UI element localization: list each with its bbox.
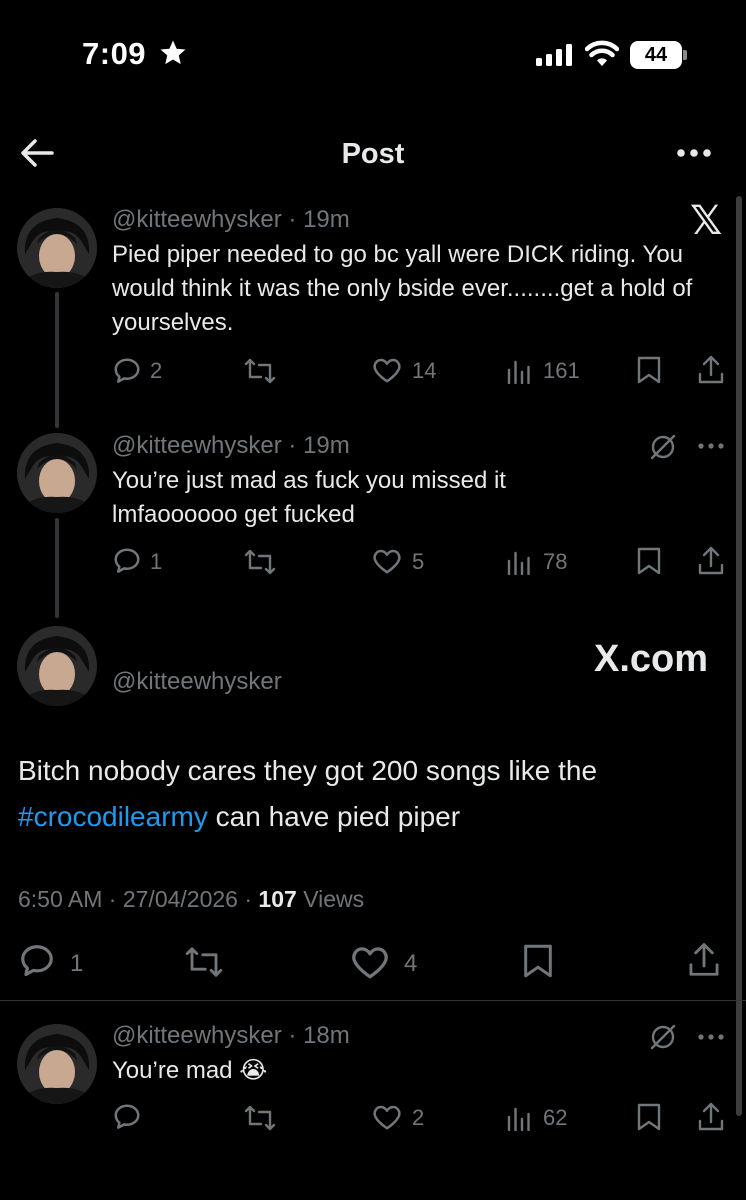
tweet-text: Pied piper needed to go bc yall were DIC… — [112, 241, 693, 336]
battery-indicator: 44 — [630, 41, 682, 69]
bookmark-icon[interactable] — [636, 546, 662, 576]
reply-icon[interactable] — [18, 942, 56, 980]
like-icon[interactable] — [372, 356, 402, 384]
scrollbar[interactable] — [736, 196, 742, 1116]
bookmark-icon[interactable] — [522, 942, 554, 980]
status-time: 7:09 — [82, 36, 147, 71]
repost-icon[interactable] — [244, 1103, 276, 1133]
reply-count: 1 — [70, 950, 84, 977]
repost-icon[interactable] — [184, 944, 224, 980]
reply-text: You’re mad 😭 — [112, 1057, 268, 1084]
like-count: 2 — [412, 1105, 425, 1130]
more-icon[interactable] — [697, 1033, 725, 1041]
tweet-text: You’re just mad as fuck you missed it lm… — [112, 467, 506, 528]
views-icon[interactable] — [506, 1105, 532, 1131]
avatar[interactable] — [17, 1024, 97, 1104]
bookmark-icon[interactable] — [636, 355, 662, 385]
views-count: 62 — [543, 1105, 568, 1130]
battery-nub — [683, 50, 687, 60]
cellular-signal-icon — [536, 44, 574, 66]
like-count: 5 — [412, 549, 425, 574]
reply-count: 2 — [150, 358, 163, 383]
like-icon[interactable] — [372, 547, 402, 575]
tweet-handle[interactable]: @kitteewhysker · 19m — [112, 432, 350, 460]
reply-icon[interactable] — [112, 1102, 142, 1132]
tweet-handle[interactable]: @kitteewhysker · 19m — [112, 206, 350, 234]
post-handle[interactable]: @kitteewhysker — [112, 668, 282, 696]
avatar[interactable] — [17, 208, 97, 288]
like-icon[interactable] — [372, 1103, 402, 1131]
star-icon — [158, 38, 188, 68]
wifi-icon — [585, 40, 619, 68]
share-icon[interactable] — [696, 354, 726, 386]
like-count: 14 — [412, 358, 437, 383]
crying-emoji: 😭 — [239, 1057, 268, 1084]
hashtag-link[interactable]: #crocodilearmy — [18, 801, 208, 832]
share-icon[interactable] — [686, 941, 722, 979]
reply-icon[interactable] — [112, 356, 142, 386]
views-count: 161 — [543, 358, 580, 383]
source-badge: X.com — [594, 638, 709, 680]
avatar[interactable] — [17, 433, 97, 513]
bookmark-icon[interactable] — [636, 1102, 662, 1132]
like-count: 4 — [404, 950, 418, 977]
repost-icon[interactable] — [244, 356, 276, 386]
post-meta: 6:50 AM · 27/04/2026 · 107 Views — [18, 886, 365, 912]
page-title: Post — [341, 138, 405, 170]
repost-icon[interactable] — [244, 547, 276, 577]
reply-icon[interactable] — [112, 546, 142, 576]
reply-count: 1 — [150, 549, 163, 574]
more-options-icon[interactable] — [676, 147, 712, 159]
grok-icon[interactable] — [648, 432, 678, 462]
views-count: 78 — [543, 549, 568, 574]
share-icon[interactable] — [696, 545, 726, 577]
views-icon[interactable] — [506, 358, 532, 384]
post-text: Bitch nobody cares they got 200 songs li… — [18, 755, 598, 832]
reply-handle[interactable]: @kitteewhysker · 18m — [112, 1022, 350, 1050]
divider — [0, 1000, 746, 1001]
more-icon[interactable] — [697, 442, 725, 450]
like-icon[interactable] — [350, 944, 390, 980]
grok-icon[interactable] — [648, 1022, 678, 1052]
views-icon[interactable] — [506, 549, 532, 575]
thread-line — [55, 518, 59, 618]
avatar[interactable] — [17, 626, 97, 706]
thread-line — [55, 292, 59, 428]
share-icon[interactable] — [696, 1101, 726, 1133]
